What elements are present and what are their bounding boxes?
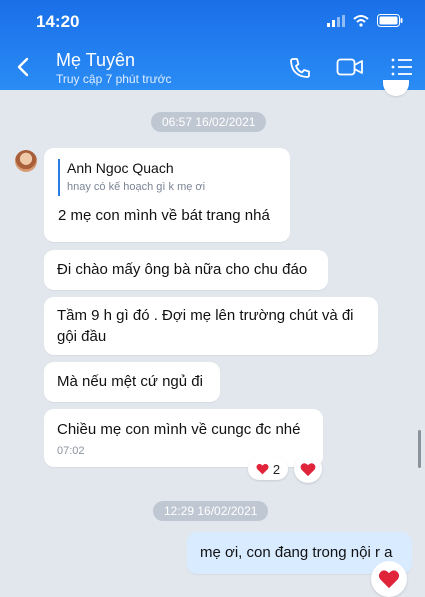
quoted-message[interactable]: Anh Ngoc Quach hnay có kế hoạch gì k mẹ …	[58, 159, 205, 196]
message-bubble[interactable]: Đi chào mấy ông bà nữa cho chu đáo	[44, 250, 328, 290]
heart-icon	[300, 462, 316, 476]
last-seen-status: Truy cập 7 phút trước	[56, 72, 172, 86]
quoted-text: hnay có kế hoạch gì k mẹ ơi	[67, 181, 206, 193]
react-heart-button[interactable]	[371, 561, 407, 597]
sender-avatar[interactable]	[15, 150, 37, 172]
phone-icon[interactable]	[288, 56, 312, 80]
chat-header: 14:20 Mẹ Tuyên Truy cập 7 phút trước	[0, 0, 425, 90]
previous-reaction-button[interactable]	[383, 80, 409, 96]
message-time: 07:02	[57, 445, 85, 457]
heart-icon	[378, 570, 400, 589]
message-bubble-reply[interactable]: Anh Ngoc Quach hnay có kế hoạch gì k mẹ …	[44, 148, 290, 242]
message-bubble[interactable]: Mà nếu mệt cứ ngủ đi	[44, 362, 220, 402]
date-stamp: 12:29 16/02/2021	[153, 501, 269, 521]
contact-name[interactable]: Mẹ Tuyên	[56, 50, 135, 71]
message-text: Tầm 9 h gì đó . Đợi mẹ lên trường chút v…	[57, 307, 354, 345]
message-text: 2 mẹ con mình về bát trang nhá	[58, 207, 270, 224]
scrollbar-thumb[interactable]	[418, 430, 421, 468]
signal-icon	[327, 14, 345, 27]
message-text: Đi chào mấy ông bà nữa cho chu đáo	[57, 261, 308, 278]
menu-list-icon[interactable]	[391, 56, 413, 78]
quoted-author: Anh Ngoc Quach	[67, 160, 174, 176]
status-time: 14:20	[36, 12, 80, 31]
reaction-count: 2	[272, 461, 281, 477]
reaction-summary[interactable]: 2	[248, 458, 288, 480]
message-text: Chiều mẹ con mình về cungc đc nhé	[57, 421, 301, 438]
date-stamp: 06:57 16/02/2021	[151, 112, 267, 132]
battery-icon	[377, 14, 403, 27]
back-chevron-icon[interactable]	[14, 56, 32, 78]
message-text: Mà nếu mệt cứ ngủ đi	[57, 373, 203, 390]
heart-icon	[256, 463, 269, 475]
react-heart-button[interactable]	[294, 455, 322, 483]
status-icons	[327, 14, 403, 27]
wifi-icon	[353, 14, 369, 27]
message-text: mẹ ơi, con đang trong nội r a	[200, 544, 393, 561]
video-call-icon[interactable]	[336, 56, 364, 78]
message-bubble[interactable]: Tầm 9 h gì đó . Đợi mẹ lên trường chút v…	[44, 297, 378, 355]
